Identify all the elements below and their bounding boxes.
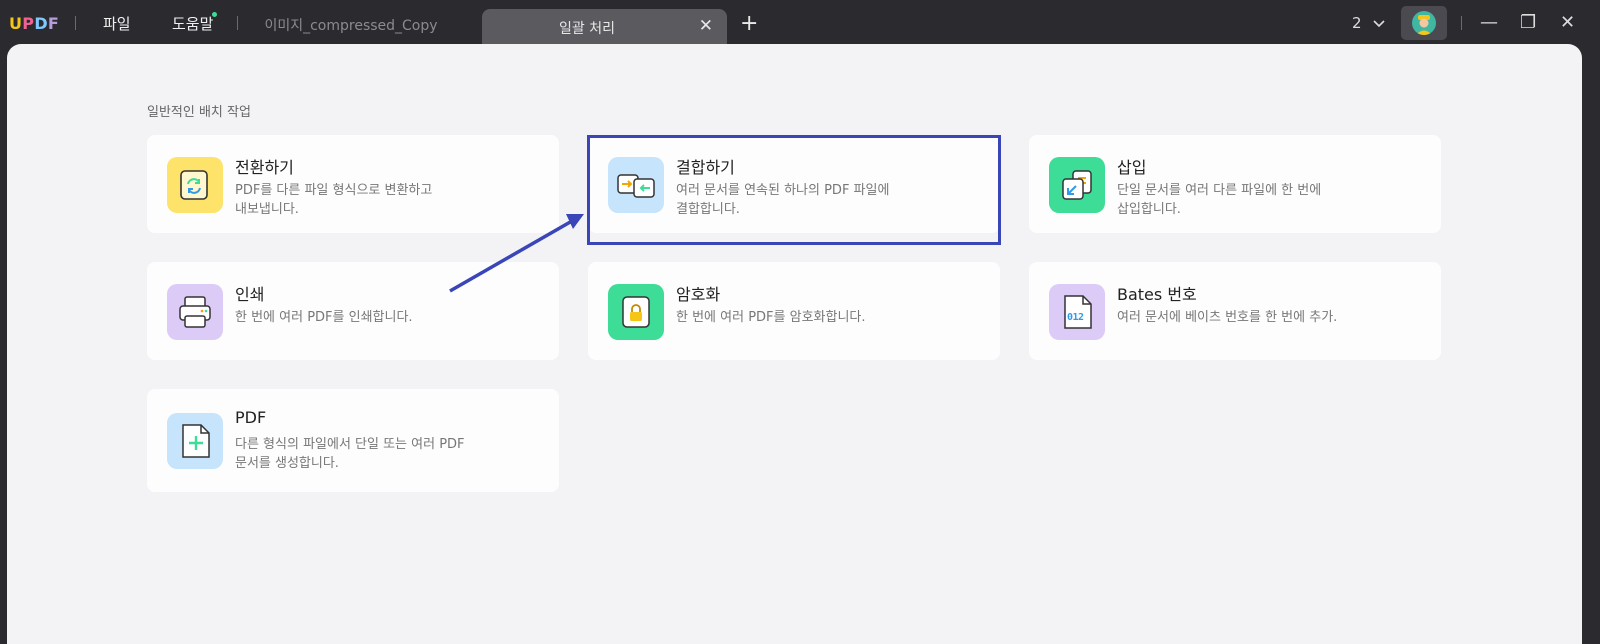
card-description: 한 번에 여러 PDF를 인쇄합니다. (235, 310, 413, 325)
card-bates-number[interactable]: 012 Bates 번호 여러 문서에 베이츠 번호를 한 번에 추가. (1029, 262, 1441, 360)
card-title: 전환하기 (235, 158, 294, 177)
convert-icon (167, 157, 223, 213)
highlight-box (587, 135, 1001, 245)
create-pdf-icon (167, 413, 223, 469)
tab-label: 일괄 처리 (559, 21, 615, 37)
updf-logo[interactable]: UPDF (9, 14, 59, 33)
menu-file[interactable]: 파일 (103, 13, 131, 34)
chevron-down-icon (1373, 19, 1385, 27)
card-description: PDF를 다른 파일 형식으로 변환하고 내보냅니다. (235, 183, 433, 217)
restore-button[interactable]: ❐ (1520, 12, 1536, 33)
card-print[interactable]: 인쇄 한 번에 여러 PDF를 인쇄합니다. (147, 262, 559, 360)
menu-help[interactable]: 도움말 (172, 13, 213, 34)
card-create-pdf[interactable]: PDF 다른 형식의 파일에서 단일 또는 여러 PDF 문서를 생성합니다. (147, 389, 559, 492)
print-icon (167, 284, 223, 340)
card-title: PDF (235, 408, 267, 427)
tab-document[interactable]: 이미지_compressed_Copy (238, 12, 464, 42)
notification-dot (212, 12, 217, 17)
insert-icon (1049, 157, 1105, 213)
tab-batch[interactable]: 일괄 처리 ✕ (482, 9, 727, 44)
logo-letter-d: D (34, 14, 48, 33)
avatar (1412, 11, 1436, 35)
card-title: Bates 번호 (1117, 285, 1197, 304)
close-tab-icon[interactable]: ✕ (699, 16, 713, 36)
card-convert[interactable]: 전환하기 PDF를 다른 파일 형식으로 변환하고 내보냅니다. (147, 135, 559, 233)
bates-number-icon: 012 (1049, 284, 1105, 340)
card-description: 단일 문서를 여러 다른 파일에 한 번에 삽입합니다. (1117, 183, 1322, 217)
window-count-dropdown[interactable]: 2 (1352, 14, 1386, 32)
lock-icon (608, 284, 664, 340)
divider (1461, 16, 1462, 30)
card-encrypt[interactable]: 암호화 한 번에 여러 PDF를 암호화합니다. (588, 262, 1000, 360)
title-bar: UPDF 파일 도움말 이미지_compressed_Copy 일괄 처리 ✕ … (0, 0, 1600, 44)
add-tab-button[interactable]: + (740, 11, 758, 36)
card-title: 암호화 (676, 285, 721, 304)
card-insert[interactable]: 삽입 단일 문서를 여러 다른 파일에 한 번에 삽입합니다. (1029, 135, 1441, 233)
close-window-button[interactable]: ✕ (1560, 12, 1575, 33)
minimize-button[interactable]: — (1480, 12, 1498, 33)
logo-letter-p: P (22, 14, 35, 33)
card-description: 여러 문서에 베이츠 번호를 한 번에 추가. (1117, 310, 1338, 325)
card-description: 한 번에 여러 PDF를 암호화합니다. (676, 310, 866, 325)
card-description: 다른 형식의 파일에서 단일 또는 여러 PDF 문서를 생성합니다. (235, 437, 465, 471)
window-count: 2 (1352, 14, 1362, 32)
account-button[interactable] (1401, 6, 1447, 40)
logo-letter-f: F (47, 14, 60, 33)
card-title: 인쇄 (235, 285, 265, 304)
section-title: 일반적인 배치 작업 (147, 105, 251, 120)
tab-label: 이미지_compressed_Copy (264, 18, 438, 34)
card-title: 삽입 (1117, 158, 1147, 177)
bates-number-label: 012 (1067, 312, 1084, 323)
logo-letter-u: U (9, 14, 23, 33)
divider (75, 16, 76, 30)
